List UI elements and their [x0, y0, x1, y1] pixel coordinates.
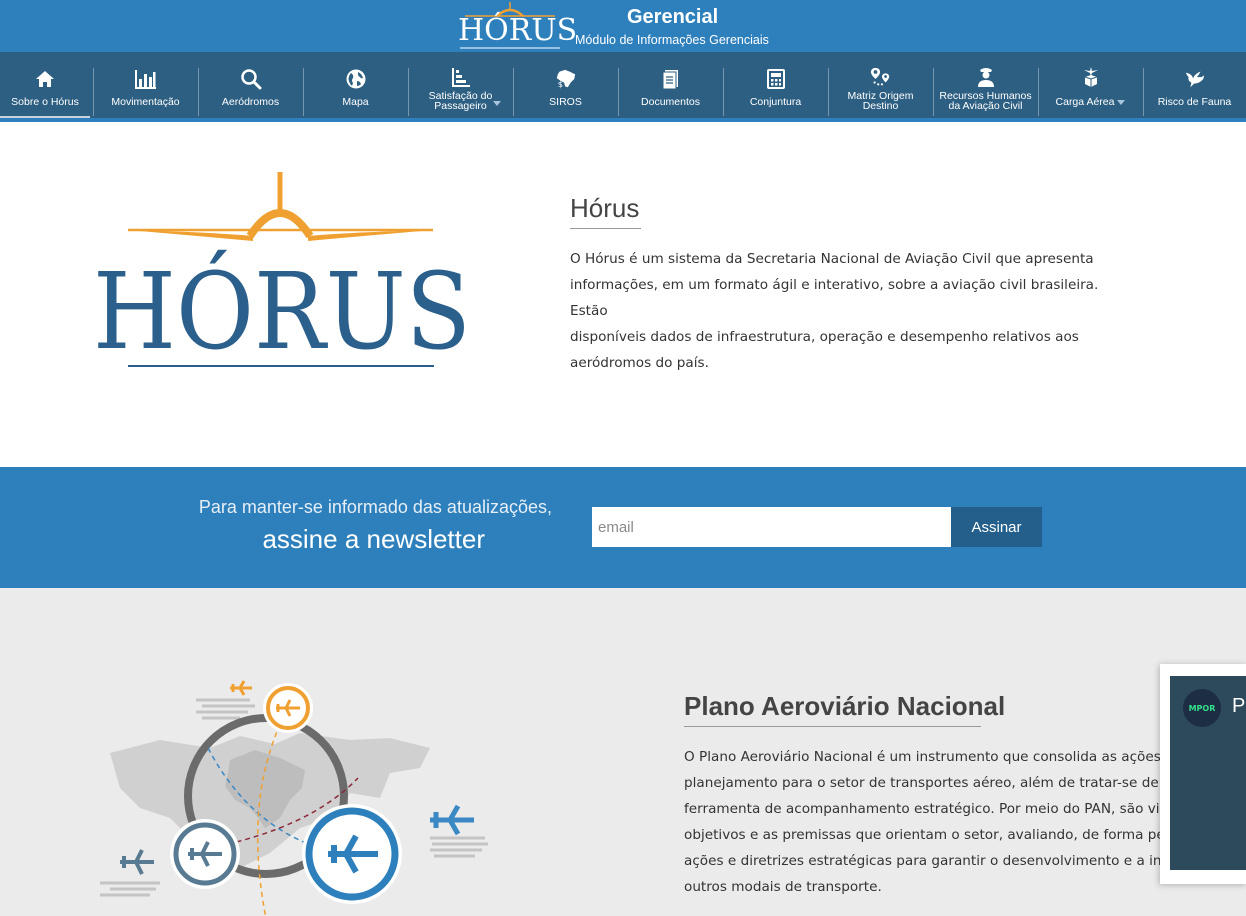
nav-label-text: Satisfação do Passageiro [428, 90, 493, 112]
calculator-icon [765, 68, 787, 90]
bird-icon [1184, 68, 1206, 90]
nav-movimentacao[interactable]: Movimentação [93, 52, 198, 120]
nav-siros[interactable]: $ SIROS [513, 52, 618, 120]
pan-section: Plano Aeroviário Nacional O Plano Aerovi… [0, 588, 1246, 916]
globe-icon [345, 68, 367, 90]
nav-label-text: Matriz Origem Destino [847, 90, 914, 112]
nav-risco-de-fauna[interactable]: Risco de Fauna [1143, 52, 1246, 120]
nav-label: Conjuntura [749, 96, 802, 108]
route-pins-icon [870, 66, 892, 88]
svg-text:$: $ [557, 79, 562, 89]
widget-text: Pe [1232, 695, 1246, 717]
pan-illustration [100, 680, 488, 916]
logo-text: HÓRUS [93, 249, 471, 370]
about-title: Hórus [570, 193, 640, 223]
header-subtitle: Módulo de Informações Gerenciais [575, 33, 769, 47]
header-title: Gerencial [627, 6, 719, 28]
brazil-map-icon: $ [555, 68, 577, 90]
floating-widget[interactable]: MPOR Pe [1160, 664, 1246, 884]
pilot-icon [975, 66, 997, 88]
header-logo-text: HÓRUS [458, 13, 578, 48]
nav-label: Sobre o Hórus [11, 96, 79, 108]
widget-panel[interactable]: MPOR Pe [1170, 676, 1246, 870]
about-line: disponíveis dados de infraestrutura, ope… [570, 329, 1079, 345]
ranking-icon [450, 66, 472, 88]
newsletter-section: Para manter-se informado das atualizaçõe… [0, 467, 1246, 588]
about-line: informações, em um formato ágil e intera… [570, 277, 1099, 319]
horus-logo: HÓRUS [93, 172, 471, 370]
nav-label-text: Carga Aérea [1055, 96, 1115, 108]
newsletter-line-2: assine a newsletter [262, 524, 485, 554]
nav-label: Carga Aérea [1038, 97, 1143, 107]
cargo-icon [1080, 66, 1102, 88]
email-field[interactable] [592, 507, 951, 547]
title-underline [684, 726, 981, 727]
main-nav: Sobre o Hórus Movimentação Aeródromos Ma… [0, 52, 1246, 120]
nav-label: Documentos [641, 96, 700, 108]
plane-icon [230, 680, 252, 696]
nav-label: Recursos Humanos da Aviação Civil [933, 90, 1038, 112]
plane-icon [430, 804, 474, 836]
nav-aerodromos[interactable]: Aeródromos [198, 52, 303, 120]
home-icon [34, 68, 56, 90]
top-header: HÓRUS Gerencial Módulo de Informações Ge… [0, 0, 1246, 52]
nav-label: Risco de Fauna [1157, 96, 1232, 108]
avatar: MPOR [1183, 689, 1221, 727]
nav-sobre-o-horus[interactable]: Sobre o Hórus [0, 52, 90, 120]
chevron-down-icon [1117, 99, 1126, 105]
nav-satisfacao-do-passageiro[interactable]: Satisfação do Passageiro [408, 52, 513, 120]
nav-carga-aerea[interactable]: Carga Aérea [1038, 52, 1143, 120]
nav-label: Mapa [342, 96, 369, 108]
nav-conjuntura[interactable]: Conjuntura [723, 52, 828, 120]
subscribe-button[interactable]: Assinar [951, 507, 1042, 547]
nav-recursos-humanos[interactable]: Recursos Humanos da Aviação Civil [933, 52, 1038, 120]
nav-documentos[interactable]: Documentos [618, 52, 723, 120]
about-description: O Hórus é um sistema da Secretaria Nacio… [570, 246, 1140, 376]
plane-icon [120, 849, 154, 875]
nav-matriz-origem-destino[interactable]: Matriz Origem Destino [828, 52, 933, 120]
about-line: O Hórus é um sistema da Secretaria Nacio… [570, 251, 1094, 267]
newsletter-line-1: Para manter-se informado das atualizaçõe… [198, 497, 552, 517]
chevron-down-icon [493, 101, 501, 106]
nav-mapa[interactable]: Mapa [303, 52, 408, 120]
about-section: HÓRUS Hórus O Hórus é um sistema da Secr… [0, 122, 1246, 467]
nav-label: Satisfação do Passageiro [408, 91, 513, 111]
nav-label: SIROS [549, 96, 582, 108]
title-underline [570, 228, 641, 229]
bar-chart-icon [134, 68, 157, 90]
nav-label: Matriz Origem Destino [828, 90, 933, 112]
about-line: aeródromos do país. [570, 355, 709, 371]
nav-label-text: Recursos Humanos da Aviação Civil [939, 90, 1032, 112]
document-icon [660, 68, 682, 90]
nav-label: Aeródromos [221, 96, 280, 108]
nav-label: Movimentação [111, 96, 180, 108]
search-icon [240, 68, 262, 90]
pan-title: Plano Aeroviário Nacional [684, 691, 1006, 721]
